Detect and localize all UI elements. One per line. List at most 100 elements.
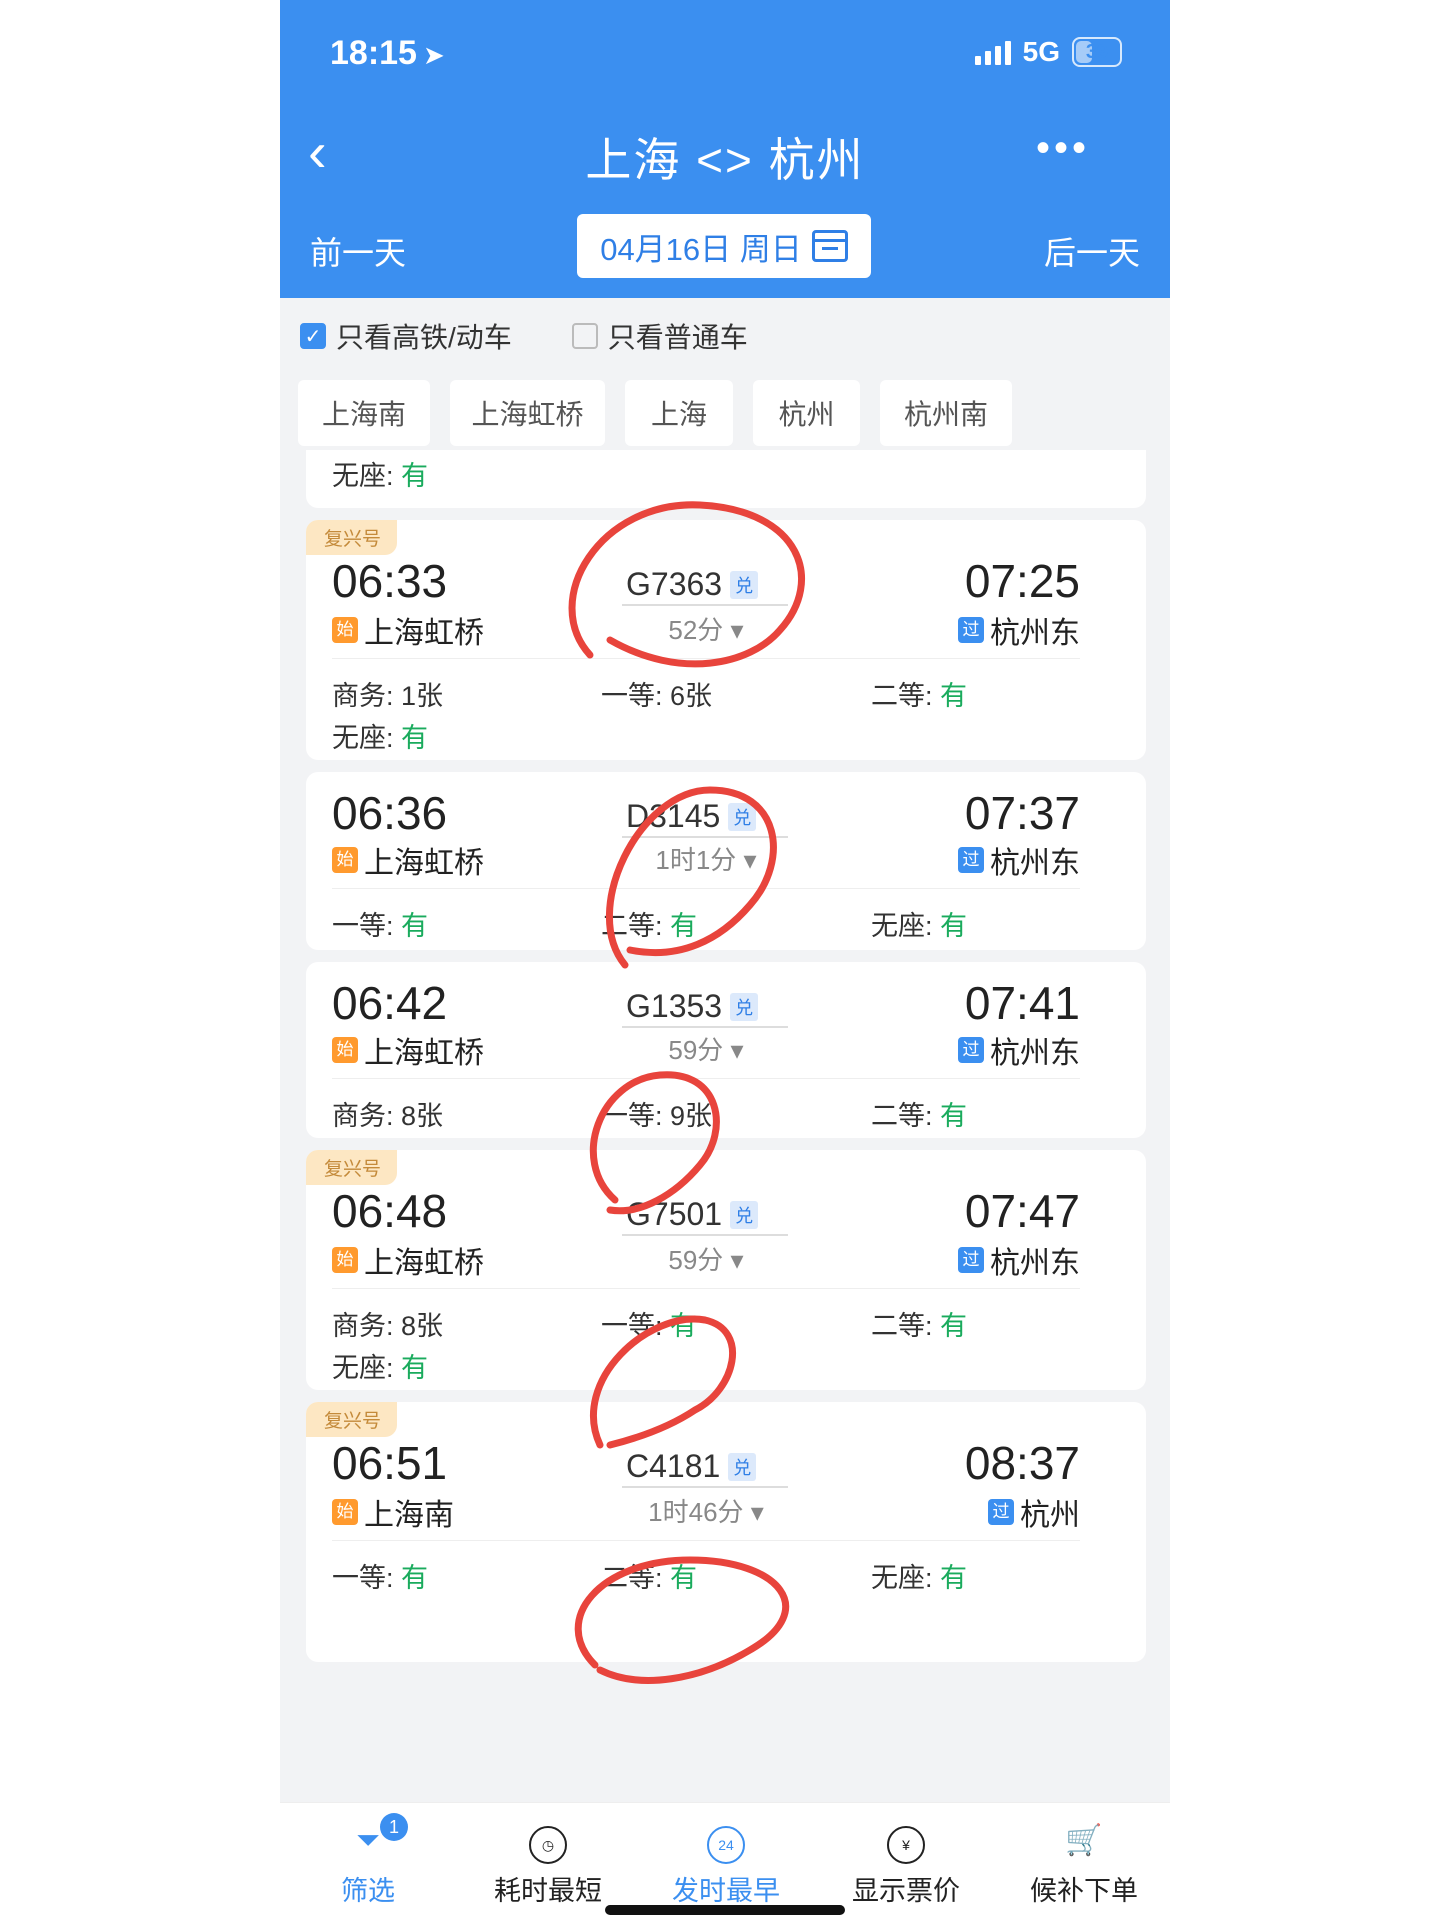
station-tab[interactable]: 杭州南 [880, 380, 1012, 446]
seat-value: 有 [401, 1563, 429, 1593]
home-indicator [605, 1905, 845, 1915]
divider [332, 888, 1080, 889]
seat-info: 一等: 9张 [601, 1094, 712, 1133]
tab-show-price[interactable]: ¥ 显示票价 [826, 1821, 986, 1908]
train-card[interactable]: 06:36 始上海虹桥 D3145 兑 1时1分 ▾ 07:37 过杭州东 一等:… [306, 772, 1146, 950]
seat-info: 二等: 有 [871, 674, 967, 713]
arrival-station: 过杭州 [988, 1490, 1080, 1534]
seat-info: 无座: 有 [332, 716, 428, 755]
arrival-station: 过杭州东 [958, 1238, 1080, 1282]
duration[interactable]: 59分 ▾ [606, 1240, 806, 1277]
arrival-station-name: 杭州东 [990, 617, 1080, 650]
seat-value: 有 [940, 911, 968, 941]
train-card[interactable]: 06:42 始上海虹桥 G1353 兑 59分 ▾ 07:41 过杭州东 商务: … [306, 962, 1146, 1138]
more-dots-icon: ••• [1035, 126, 1090, 170]
date-text: 04月16日 周日 [600, 231, 802, 267]
train-number-text: G7501 [626, 1196, 723, 1232]
fuxing-tag: 复兴号 [306, 520, 398, 555]
seat-value: 有 [940, 1101, 968, 1131]
duration[interactable]: 52分 ▾ [606, 610, 806, 647]
arrival-time: 07:41 [964, 977, 1080, 1029]
top-header: 18:15 ➤ 5G 39 ‹ 上海 <> 杭州 ••• 前一天 04月16日 周… [280, 0, 1170, 298]
station-tab[interactable]: 杭州 [753, 380, 860, 446]
seat-label: 二等: [871, 1311, 933, 1341]
duration[interactable]: 59分 ▾ [606, 1030, 806, 1067]
seat-info: 一等: 有 [332, 1556, 428, 1595]
origin-badge: 始 [332, 617, 358, 643]
next-day-button[interactable]: 后一天 [1044, 228, 1140, 274]
tab-shortest-time[interactable]: ◷ 耗时最短 [468, 1821, 628, 1908]
train-card-partial[interactable]: 无座: 有 [306, 450, 1146, 508]
train-type-filters: ✓ 只看高铁/动车 只看普通车 [300, 316, 748, 356]
caret-down-icon: ▾ [743, 845, 757, 875]
seat-label: 二等: [871, 1101, 933, 1131]
divider [332, 658, 1080, 659]
seat-info: 无座: 有 [871, 1556, 967, 1595]
duration[interactable]: 1时46分 ▾ [606, 1492, 806, 1529]
seat-value: 有 [670, 1563, 698, 1593]
phone-screen: 18:15 ➤ 5G 39 ‹ 上海 <> 杭州 ••• 前一天 04月16日 周… [280, 0, 1170, 1920]
location-arrow-icon: ➤ [422, 40, 445, 70]
exchange-tag: 兑 [730, 992, 759, 1021]
duration-text: 1时1分 [655, 845, 737, 875]
more-button[interactable]: ••• [1036, 126, 1090, 171]
duration[interactable]: 1时1分 ▾ [606, 840, 806, 877]
seat-label: 二等: [601, 911, 663, 941]
divider [332, 1540, 1080, 1541]
departure-time: 06:36 [332, 787, 448, 839]
seat-info: 一等: 6张 [601, 674, 712, 713]
departure-time: 06:33 [332, 555, 448, 607]
seat-info: 二等: 有 [601, 904, 697, 943]
prev-day-button[interactable]: 前一天 [310, 228, 406, 274]
train-card[interactable]: 复兴号 06:51 始上海南 C4181 兑 1时46分 ▾ 08:37 过杭州 … [306, 1402, 1146, 1662]
tab-waitlist[interactable]: 🛒 候补下单 [1004, 1821, 1164, 1908]
train-card[interactable]: 复兴号 06:33 始上海虹桥 G7363 兑 52分 ▾ 07:25 过杭州东 … [306, 520, 1146, 760]
caret-down-icon: ▾ [730, 1245, 744, 1275]
train-number: D3145 兑 [626, 798, 757, 835]
train-card[interactable]: 复兴号 06:48 始上海虹桥 G7501 兑 59分 ▾ 07:47 过杭州东 … [306, 1150, 1146, 1390]
seat-value: 8张 [401, 1101, 444, 1131]
station-tab[interactable]: 上海南 [298, 380, 430, 446]
date-picker[interactable]: 04月16日 周日 [577, 214, 871, 278]
departure-station: 始上海虹桥 [332, 608, 484, 652]
train-number-text: G7363 [626, 566, 723, 602]
arrival-time: 07:25 [964, 555, 1080, 607]
normal-train-checkbox[interactable]: 只看普通车 [571, 316, 748, 356]
train-number: C4181 兑 [626, 1448, 757, 1485]
duration-line [622, 604, 788, 606]
tab-label: 筛选 [341, 1876, 395, 1906]
seat-value: 有 [401, 1353, 429, 1383]
tab-earliest-departure[interactable]: 24 发时最早 [646, 1821, 806, 1908]
high-speed-checkbox[interactable]: ✓ 只看高铁/动车 [300, 316, 512, 356]
seat-label: 商务: [332, 681, 394, 711]
exchange-tag: 兑 [728, 802, 757, 831]
tab-label: 显示票价 [852, 1876, 960, 1906]
duration-text: 52分 [668, 615, 724, 645]
seat-value: 有 [401, 911, 429, 941]
checkbox-empty-icon [571, 323, 598, 349]
train-number-text: C4181 [626, 1448, 721, 1484]
origin-badge: 始 [332, 1247, 358, 1273]
normal-train-label: 只看普通车 [607, 322, 748, 353]
train-number: G1353 兑 [626, 988, 759, 1025]
seat-label: 二等: [601, 1563, 663, 1593]
arrival-station-name: 杭州东 [990, 847, 1080, 880]
seat-value: 有 [940, 1563, 968, 1593]
origin-badge: 始 [332, 847, 358, 873]
departure-station: 始上海虹桥 [332, 1238, 484, 1282]
train-number: G7501 兑 [626, 1196, 759, 1233]
arrival-station: 过杭州东 [958, 1028, 1080, 1072]
arrival-time: 08:37 [964, 1437, 1080, 1489]
status-time: 18:15 ➤ [330, 34, 445, 73]
tab-filter[interactable]: ⏷ 1 筛选 [288, 1813, 448, 1908]
seat-value: 有 [940, 1311, 968, 1341]
train-list: 无座: 有 复兴号 06:33 始上海虹桥 G7363 兑 52分 ▾ 07:25… [306, 450, 1146, 1662]
origin-badge: 始 [332, 1037, 358, 1063]
checkmark-icon: ✓ [300, 323, 326, 349]
station-tab[interactable]: 上海 [625, 380, 733, 446]
arrival-station: 过杭州东 [958, 608, 1080, 652]
cart-plus-icon: 🛒 [1065, 1824, 1103, 1857]
arrival-time: 07:47 [964, 1185, 1080, 1237]
pass-badge: 过 [988, 1499, 1014, 1525]
station-tab[interactable]: 上海虹桥 [450, 380, 605, 446]
